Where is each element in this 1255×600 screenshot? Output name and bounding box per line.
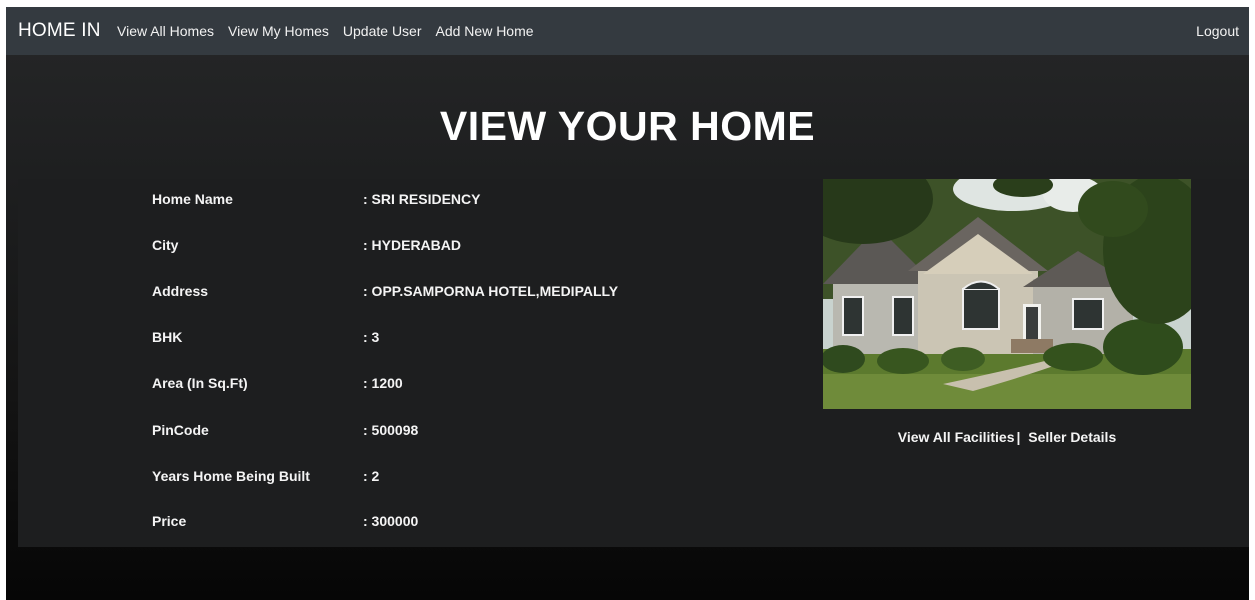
- detail-row-pincode: PinCode : 500098: [152, 422, 752, 442]
- nav-links: View All Homes View My Homes Update User…: [117, 23, 548, 39]
- detail-label: City: [152, 237, 179, 253]
- detail-value: : SRI RESIDENCY: [363, 191, 481, 207]
- detail-value: : OPP.SAMPORNA HOTEL,MEDIPALLY: [363, 283, 619, 299]
- detail-row-years-built: Years Home Being Built : 2: [152, 468, 752, 488]
- detail-row-city: City : HYDERABAD: [152, 237, 752, 257]
- navbar: HOME IN View All Homes View My Homes Upd…: [6, 7, 1249, 55]
- detail-value: : HYDERABAD: [363, 237, 461, 253]
- detail-row-area: Area (In Sq.Ft) : 1200: [152, 375, 752, 395]
- nav-view-all-homes[interactable]: View All Homes: [117, 23, 214, 39]
- detail-row-price: Price : 300000: [152, 513, 752, 533]
- detail-value: : 3: [363, 329, 380, 345]
- detail-value: : 500098: [363, 422, 419, 438]
- home-photo: [823, 179, 1191, 409]
- nav-view-my-homes[interactable]: View My Homes: [228, 23, 329, 39]
- page-title: VIEW YOUR HOME: [439, 103, 816, 149]
- detail-row-bhk: BHK : 3: [152, 329, 752, 349]
- view-all-facilities-link[interactable]: View All Facilities: [898, 429, 1015, 445]
- detail-label: PinCode: [152, 422, 209, 438]
- seller-details-link[interactable]: Seller Details: [1028, 429, 1116, 445]
- detail-row-home-name: Home Name : SRI RESIDENCY: [152, 191, 752, 211]
- detail-label: Home Name: [152, 191, 233, 207]
- links-separator: |: [1016, 429, 1021, 445]
- detail-value: : 300000: [363, 513, 419, 529]
- detail-label: Years Home Being Built: [152, 468, 310, 484]
- brand-link[interactable]: HOME IN: [18, 20, 101, 42]
- detail-value: : 1200: [363, 375, 403, 391]
- detail-label: BHK: [152, 329, 183, 345]
- detail-value: : 2: [363, 468, 380, 484]
- nav-add-new-home[interactable]: Add New Home: [436, 23, 534, 39]
- nav-update-user[interactable]: Update User: [343, 23, 422, 39]
- app-frame: HOME IN View All Homes View My Homes Upd…: [6, 7, 1249, 600]
- detail-row-address: Address : OPP.SAMPORNA HOTEL,MEDIPALLY: [152, 283, 752, 303]
- home-details-card: Home Name : SRI RESIDENCY City : HYDERAB…: [18, 179, 1249, 547]
- home-links: View All Facilities | Seller Details: [823, 429, 1191, 445]
- detail-label: Area (In Sq.Ft): [152, 375, 248, 391]
- logout-link[interactable]: Logout: [1196, 23, 1239, 39]
- detail-label: Address: [152, 283, 209, 299]
- detail-label: Price: [152, 513, 187, 529]
